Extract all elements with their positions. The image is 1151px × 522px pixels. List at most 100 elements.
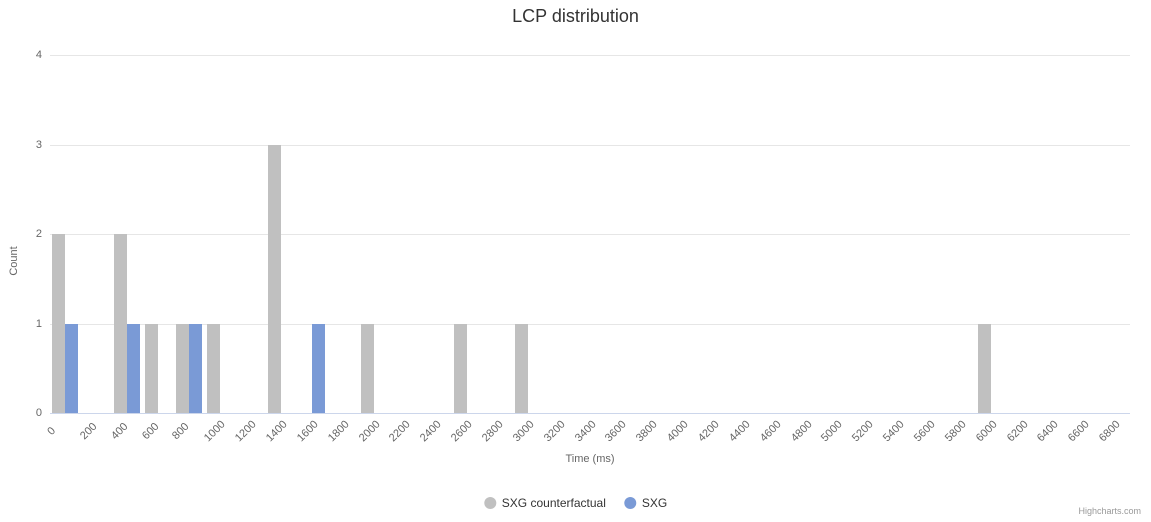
bar-group (916, 55, 942, 413)
bar-group (361, 55, 387, 413)
y-tick-label: 2 (22, 228, 50, 240)
x-tick-label: 3600 (603, 418, 629, 444)
bar-group (577, 55, 603, 413)
bar-sxg-counterfactual[interactable] (207, 324, 220, 414)
bar-group (793, 55, 819, 413)
x-tick-label: 6200 (1004, 418, 1030, 444)
x-tick-label: 6800 (1097, 418, 1123, 444)
x-tick-label: 4000 (665, 418, 691, 444)
x-tick-label: 3400 (572, 418, 598, 444)
bar-group (731, 55, 757, 413)
bar-group (515, 55, 541, 413)
x-tick-label: 0 (45, 425, 58, 438)
x-tick-label: 1800 (326, 418, 352, 444)
x-tick-label: 800 (170, 421, 191, 442)
bar-group (1040, 55, 1066, 413)
x-tick-label: 4200 (696, 418, 722, 444)
chart-legend: SXG counterfactual SXG (484, 496, 667, 510)
legend-swatch-icon (484, 497, 496, 509)
x-tick-label: 400 (109, 421, 130, 442)
bar-group (546, 55, 572, 413)
y-tick-label: 3 (22, 139, 50, 151)
bar-group (268, 55, 294, 413)
x-tick-label: 2800 (480, 418, 506, 444)
plot-area: Time (ms) 012340200400600800100012001400… (50, 55, 1130, 413)
bar-sxg-counterfactual[interactable] (52, 234, 65, 413)
y-tick-label: 1 (22, 318, 50, 330)
x-tick-label: 3000 (511, 418, 537, 444)
bar-group (855, 55, 881, 413)
x-tick-label: 4600 (758, 418, 784, 444)
legend-swatch-icon (624, 497, 636, 509)
bar-group (762, 55, 788, 413)
x-tick-label: 5800 (943, 418, 969, 444)
legend-label: SXG (642, 496, 667, 510)
x-tick-label: 5600 (912, 418, 938, 444)
bar-group (824, 55, 850, 413)
x-tick-label: 5400 (881, 418, 907, 444)
bar-sxg-counterfactual[interactable] (454, 324, 467, 414)
x-tick-label: 5000 (819, 418, 845, 444)
y-tick-label: 0 (22, 407, 50, 419)
x-tick-label: 2000 (356, 418, 382, 444)
bar-group (454, 55, 480, 413)
y-tick-label: 4 (22, 49, 50, 61)
x-tick-label: 200 (78, 421, 99, 442)
bar-sxg[interactable] (127, 324, 140, 414)
x-tick-label: 6000 (974, 418, 1000, 444)
chart-title: LCP distribution (0, 6, 1151, 27)
bar-group (83, 55, 109, 413)
bar-group (207, 55, 233, 413)
chart-credits-link[interactable]: Highcharts.com (1078, 506, 1141, 516)
x-axis-line (50, 413, 1130, 414)
legend-label: SXG counterfactual (502, 496, 606, 510)
bar-group (330, 55, 356, 413)
x-tick-label: 600 (140, 421, 161, 442)
legend-item-sxg-counterfactual[interactable]: SXG counterfactual (484, 496, 606, 510)
bar-sxg-counterfactual[interactable] (114, 234, 127, 413)
x-tick-label: 5200 (850, 418, 876, 444)
x-tick-label: 1200 (233, 418, 259, 444)
bar-sxg[interactable] (65, 324, 78, 414)
bar-group (145, 55, 171, 413)
lcp-distribution-chart: LCP distribution Count Time (ms) 0123402… (0, 0, 1151, 522)
bar-group (392, 55, 418, 413)
bar-sxg[interactable] (312, 324, 325, 414)
x-tick-label: 2600 (449, 418, 475, 444)
bar-group (1102, 55, 1128, 413)
bar-group (484, 55, 510, 413)
bar-group (608, 55, 634, 413)
x-tick-label: 4800 (788, 418, 814, 444)
x-tick-label: 6400 (1035, 418, 1061, 444)
bar-sxg-counterfactual[interactable] (978, 324, 991, 414)
x-tick-label: 6600 (1066, 418, 1092, 444)
x-tick-label: 1600 (295, 418, 321, 444)
x-tick-label: 2400 (418, 418, 444, 444)
x-tick-label: 3800 (634, 418, 660, 444)
bar-group (978, 55, 1004, 413)
bar-sxg-counterfactual[interactable] (268, 145, 281, 414)
x-tick-label: 2200 (387, 418, 413, 444)
bar-sxg-counterfactual[interactable] (145, 324, 158, 414)
bar-sxg-counterfactual[interactable] (515, 324, 528, 414)
bar-sxg-counterfactual[interactable] (361, 324, 374, 414)
legend-item-sxg[interactable]: SXG (624, 496, 667, 510)
bar-group (1009, 55, 1035, 413)
bar-group (423, 55, 449, 413)
x-tick-label: 4400 (727, 418, 753, 444)
bar-sxg-counterfactual[interactable] (176, 324, 189, 414)
bar-group (238, 55, 264, 413)
bar-group (886, 55, 912, 413)
bar-group (114, 55, 140, 413)
x-tick-label: 1400 (264, 418, 290, 444)
bar-group (947, 55, 973, 413)
bar-group (176, 55, 202, 413)
bar-group (639, 55, 665, 413)
bar-group (1071, 55, 1097, 413)
x-tick-label: 1000 (202, 418, 228, 444)
x-axis-title: Time (ms) (565, 453, 614, 465)
bar-group (700, 55, 726, 413)
bar-group (299, 55, 325, 413)
bar-sxg[interactable] (189, 324, 202, 414)
bar-group (670, 55, 696, 413)
